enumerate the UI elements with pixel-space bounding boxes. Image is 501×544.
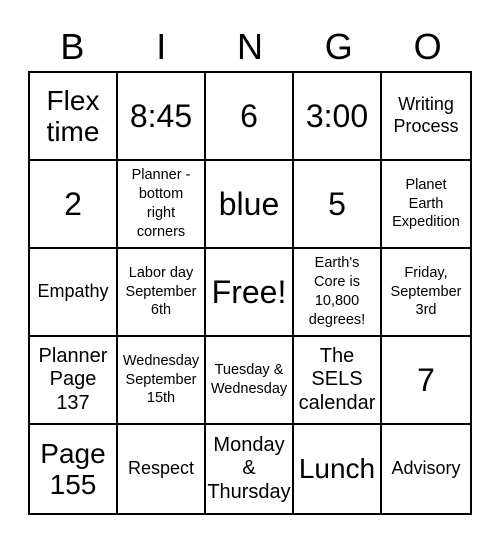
cell-text: Writing Process [393, 94, 459, 136]
cell-text: 5 [328, 185, 346, 222]
cell-text: Monday & Thursday [207, 433, 291, 503]
bingo-header: B I N G O [28, 22, 472, 72]
cell-text: Empathy [37, 281, 109, 302]
header-letter-n: N [236, 26, 263, 67]
bingo-cell[interactable]: Lunch [294, 425, 382, 513]
bingo-cell[interactable]: 7 [382, 337, 470, 425]
cell-text: 8:45 [129, 97, 193, 134]
cell-text: 2 [64, 185, 82, 222]
cell-text: Flex time [46, 84, 100, 147]
cell-text: Respect [127, 458, 195, 479]
header-letter-g: G [324, 26, 353, 67]
bingo-cell[interactable]: 6 [206, 73, 294, 161]
header-letter-o: O [413, 26, 442, 67]
cell-text: blue [218, 185, 280, 222]
bingo-cell[interactable]: Empathy [30, 249, 118, 337]
bingo-cell[interactable]: 8:45 [118, 73, 206, 161]
bingo-cell[interactable]: Labor day September 6th [118, 249, 206, 337]
cell-text: Tuesday & Wednesday [210, 362, 288, 397]
cell-text: Planner Page 137 [38, 344, 108, 414]
bingo-cell[interactable]: Advisory [382, 425, 470, 513]
cell-text: Advisory [391, 458, 461, 479]
bingo-cell[interactable]: The SELS calendar [294, 337, 382, 425]
bingo-cell[interactable]: Planner - bottom right corners [118, 161, 206, 249]
cell-text: Planner - bottom right corners [131, 167, 191, 240]
bingo-cell[interactable]: Friday, September 3rd [382, 249, 470, 337]
bingo-cell[interactable]: Planet Earth Expedition [382, 161, 470, 249]
cell-text: Planet Earth Expedition [392, 176, 460, 231]
cell-text: Lunch [298, 453, 376, 485]
cell-text: 6 [240, 97, 258, 134]
cell-text: Friday, September 3rd [390, 264, 462, 319]
bingo-cell[interactable]: 5 [294, 161, 382, 249]
bingo-cell[interactable]: Planner Page 137 [30, 337, 118, 425]
cell-text: Labor day September 6th [125, 264, 197, 319]
cell-text: Earth's Core is 10,800 degrees! [308, 255, 366, 328]
bingo-cell[interactable]: Writing Process [382, 73, 470, 161]
free-space-cell[interactable]: Free! [206, 249, 294, 337]
bingo-cell[interactable]: Respect [118, 425, 206, 513]
header-letter-b: B [60, 26, 85, 67]
cell-text: Free! [211, 273, 287, 310]
bingo-cell[interactable]: Earth's Core is 10,800 degrees! [294, 249, 382, 337]
bingo-cell[interactable]: Flex time [30, 73, 118, 161]
cell-text: Wednesday September 15th [122, 352, 200, 407]
bingo-cell[interactable]: 3:00 [294, 73, 382, 161]
bingo-cell[interactable]: blue [206, 161, 294, 249]
bingo-cell[interactable]: Wednesday September 15th [118, 337, 206, 425]
bingo-cell[interactable]: Page 155 [30, 425, 118, 513]
bingo-cell[interactable]: Monday & Thursday [206, 425, 294, 513]
cell-text: The SELS calendar [298, 344, 376, 414]
cell-text: 7 [417, 361, 435, 398]
bingo-cell[interactable]: 2 [30, 161, 118, 249]
bingo-cell[interactable]: Tuesday & Wednesday [206, 337, 294, 425]
cell-text: 3:00 [305, 97, 369, 134]
bingo-grid: Flex time 8:45 6 3:00 Writing Process 2 … [28, 71, 472, 515]
header-letter-i: I [156, 26, 167, 67]
cell-text: Page 155 [40, 437, 106, 500]
